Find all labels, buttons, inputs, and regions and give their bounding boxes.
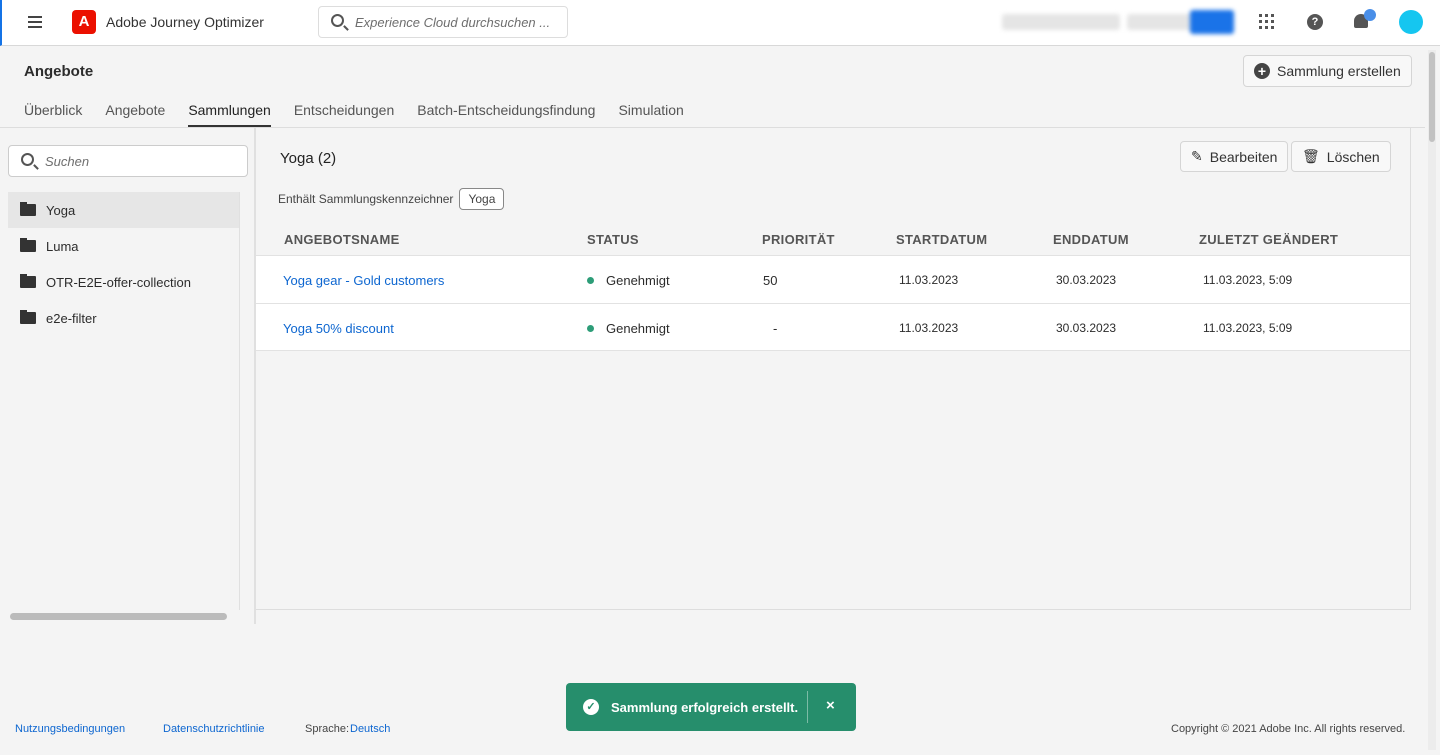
priority-cell: - [773,321,778,336]
folder-icon [20,238,36,252]
success-toast: ✓ Sammlung erfolgreich erstellt. × [566,683,856,731]
qualifier-label: Enthält Sammlungskennzeichner [278,192,454,206]
language-label: Sprache: [305,723,350,735]
tab-offers[interactable]: Angebote [105,102,165,127]
qualifier-tag: Yoga [459,188,505,210]
privacy-link[interactable]: Datenschutzrichtlinie [163,723,265,735]
collection-item-e2e-filter[interactable]: e2e-filter [8,300,239,336]
status-cell: Genehmigt [587,321,670,336]
end-date-cell: 30.03.2023 [1056,321,1117,335]
app-title[interactable]: Adobe Journey Optimizer [106,14,264,30]
collection-item-luma[interactable]: Luma [8,228,239,264]
delete-label: Löschen [1326,148,1380,165]
collection-label: Yoga [46,202,76,218]
collection-label: OTR-E2E-offer-collection [46,274,191,290]
collection-list: Yoga Luma OTR-E2E-offer-collection e2e-f… [8,192,240,610]
collection-detail: Yoga (2) ✎ Bearbeiten 🗑 Löschen Enthält Sa… [256,128,1411,610]
search-icon [331,14,344,27]
terms-link[interactable]: Nutzungsbedingungen [15,723,125,735]
create-collection-label: Sammlung erstellen [1277,63,1401,79]
column-header-modified[interactable]: ZULETZT GEÄNDERT [1199,232,1338,247]
pencil-icon: ✎ [1191,148,1203,164]
folder-icon [20,202,36,216]
search-icon [21,153,34,166]
edit-button[interactable]: ✎ Bearbeiten [1180,141,1289,172]
column-header-name[interactable]: ANGEBOTSNAME [284,232,400,247]
collection-label: Luma [46,238,79,254]
column-header-priority[interactable]: PRIORITÄT [762,232,835,247]
language-link[interactable]: Deutsch [350,723,390,735]
delete-button[interactable]: 🗑 Löschen [1291,141,1391,172]
status-label: Genehmigt [606,321,670,336]
top-bar: A Adobe Journey Optimizer Experience Clo… [0,0,1440,46]
table-row[interactable]: Yoga 50% discount Genehmigt - 11.03.2023… [256,303,1410,351]
apps-grid-icon[interactable] [1259,14,1275,30]
horizontal-scrollbar[interactable] [10,613,227,620]
toast-message: Sammlung erfolgreich erstellt. [611,700,799,715]
notification-badge [1364,9,1376,21]
qualifier-info: Enthält Sammlungskennzeichner Yoga [278,188,505,210]
modified-cell: 11.03.2023, 5:09 [1203,273,1293,287]
tab-simulation[interactable]: Simulation [618,102,683,127]
offer-name-link[interactable]: Yoga gear - Gold customers [283,273,444,288]
search-placeholder: Suchen [45,154,90,169]
environment-badge[interactable] [1190,10,1234,34]
tab-overview[interactable]: Überblick [24,102,82,127]
tab-collections[interactable]: Sammlungen [188,102,271,127]
end-date-cell: 30.03.2023 [1056,273,1117,287]
collection-item-yoga[interactable]: Yoga [8,192,239,228]
table-row[interactable]: Yoga gear - Gold customers Genehmigt 50 … [256,255,1410,303]
offer-name-link[interactable]: Yoga 50% discount [283,321,394,336]
collection-item-otr[interactable]: OTR-E2E-offer-collection [8,264,239,300]
copyright: Copyright © 2021 Adobe Inc. All rights r… [1171,723,1406,735]
start-date-cell: 11.03.2023 [899,321,959,335]
modified-cell: 11.03.2023, 5:09 [1203,321,1293,335]
status-dot-icon [587,325,594,332]
column-header-status[interactable]: STATUS [587,232,639,247]
adobe-logo-icon[interactable]: A [72,10,96,34]
org-switcher[interactable] [1002,14,1120,30]
global-search-input[interactable]: Experience Cloud durchsuchen ... [318,6,568,38]
priority-cell: 50 [763,273,778,288]
edit-label: Bearbeiten [1209,148,1278,165]
create-collection-button[interactable]: + Sammlung erstellen [1243,55,1412,87]
checkmark-icon: ✓ [583,699,599,715]
help-icon[interactable]: ? [1307,14,1323,30]
folder-icon [20,274,36,288]
start-date-cell: 11.03.2023 [899,273,959,287]
tab-bar: Überblick Angebote Sammlungen Entscheidu… [24,102,684,127]
vertical-scrollbar[interactable] [1428,50,1436,750]
collection-title: Yoga (2) [280,150,337,167]
status-label: Genehmigt [606,273,670,288]
tab-batch-decisioning[interactable]: Batch-Entscheidungsfindung [417,102,595,127]
tab-decisions[interactable]: Entscheidungen [294,102,394,127]
status-cell: Genehmigt [587,273,670,288]
status-dot-icon [587,277,594,284]
column-header-start[interactable]: STARTDATUM [896,232,987,247]
search-placeholder: Experience Cloud durchsuchen ... [355,15,551,30]
close-icon[interactable]: × [826,697,835,714]
folder-icon [20,310,36,324]
column-header-end[interactable]: ENDDATUM [1053,232,1129,247]
page-title: Angebote [24,63,94,80]
avatar[interactable] [1399,10,1423,34]
divider [807,691,808,723]
collection-label: e2e-filter [46,310,97,326]
menu-icon[interactable] [28,16,42,31]
collection-search-input[interactable]: Suchen [8,145,248,177]
trash-icon: 🗑 [1302,148,1320,164]
add-circle-icon: + [1254,63,1270,79]
